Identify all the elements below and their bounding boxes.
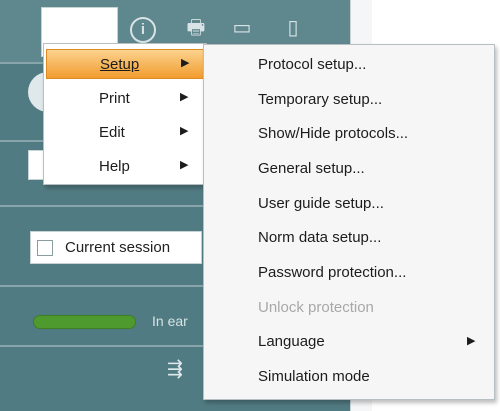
- menu-item-label: General setup...: [258, 160, 365, 177]
- flow-icon[interactable]: ⇶: [167, 358, 183, 381]
- menu-item-label: User guide setup...: [258, 195, 384, 212]
- menu-item-label: Language: [258, 333, 325, 350]
- menu-item-password-protection[interactable]: Password protection...: [204, 257, 494, 291]
- menu-item-label: Password protection...: [258, 264, 407, 281]
- menu-item-label: Print: [99, 90, 130, 107]
- menu-item-label: Simulation mode: [258, 368, 370, 385]
- menu-item-label: Help: [99, 158, 130, 175]
- menu-item-temporary-setup[interactable]: Temporary setup...: [204, 84, 494, 118]
- session-checkbox[interactable]: [37, 239, 53, 256]
- menu-item-label: Show/Hide protocols...: [258, 125, 409, 142]
- session-label: Current session: [65, 239, 171, 256]
- submenu-arrow-icon: ▶: [181, 57, 190, 69]
- setup-submenu: Protocol setup... Temporary setup... Sho…: [203, 44, 495, 400]
- menu-item-edit[interactable]: Edit ▶: [46, 118, 204, 148]
- in-ear-status-bar: [33, 315, 136, 329]
- main-menu: Setup ▶ Print ▶ Edit ▶ Help ▶: [43, 43, 207, 185]
- menu-item-label: Unlock protection: [258, 299, 374, 316]
- menu-item-print[interactable]: Print ▶: [46, 84, 204, 114]
- menu-item-simulation-mode[interactable]: Simulation mode: [204, 361, 494, 395]
- submenu-arrow-icon: ▶: [180, 91, 189, 103]
- menu-item-unlock-protection: Unlock protection: [204, 292, 494, 326]
- current-session-option[interactable]: Current session: [30, 231, 202, 264]
- menu-item-label: Norm data setup...: [258, 229, 382, 246]
- submenu-arrow-icon: ▶: [180, 125, 189, 137]
- info-icon[interactable]: i: [130, 17, 156, 43]
- menu-item-setup[interactable]: Setup ▶: [46, 49, 204, 79]
- exit-icon[interactable]: ▯: [282, 17, 304, 39]
- menu-item-label: Setup: [100, 56, 140, 73]
- menu-item-show-hide-protocols[interactable]: Show/Hide protocols...: [204, 118, 494, 152]
- save-icon[interactable]: ▭: [231, 17, 253, 39]
- menu-item-language[interactable]: Language ▶: [204, 326, 494, 360]
- menu-item-label: Protocol setup...: [258, 56, 367, 73]
- menu-item-help[interactable]: Help ▶: [46, 152, 204, 182]
- in-ear-label: In ear: [152, 313, 188, 329]
- menu-item-user-guide-setup[interactable]: User guide setup...: [204, 188, 494, 222]
- menu-item-label: Edit: [99, 124, 125, 141]
- printer-icon[interactable]: 🖶: [183, 17, 209, 39]
- menu-item-general-setup[interactable]: General setup...: [204, 153, 494, 187]
- menu-item-protocol-setup[interactable]: Protocol setup...: [204, 49, 494, 83]
- submenu-arrow-icon: ▶: [180, 159, 189, 171]
- submenu-arrow-icon: ▶: [467, 335, 476, 347]
- menu-item-label: Temporary setup...: [258, 91, 383, 108]
- menu-item-norm-data-setup[interactable]: Norm data setup...: [204, 222, 494, 256]
